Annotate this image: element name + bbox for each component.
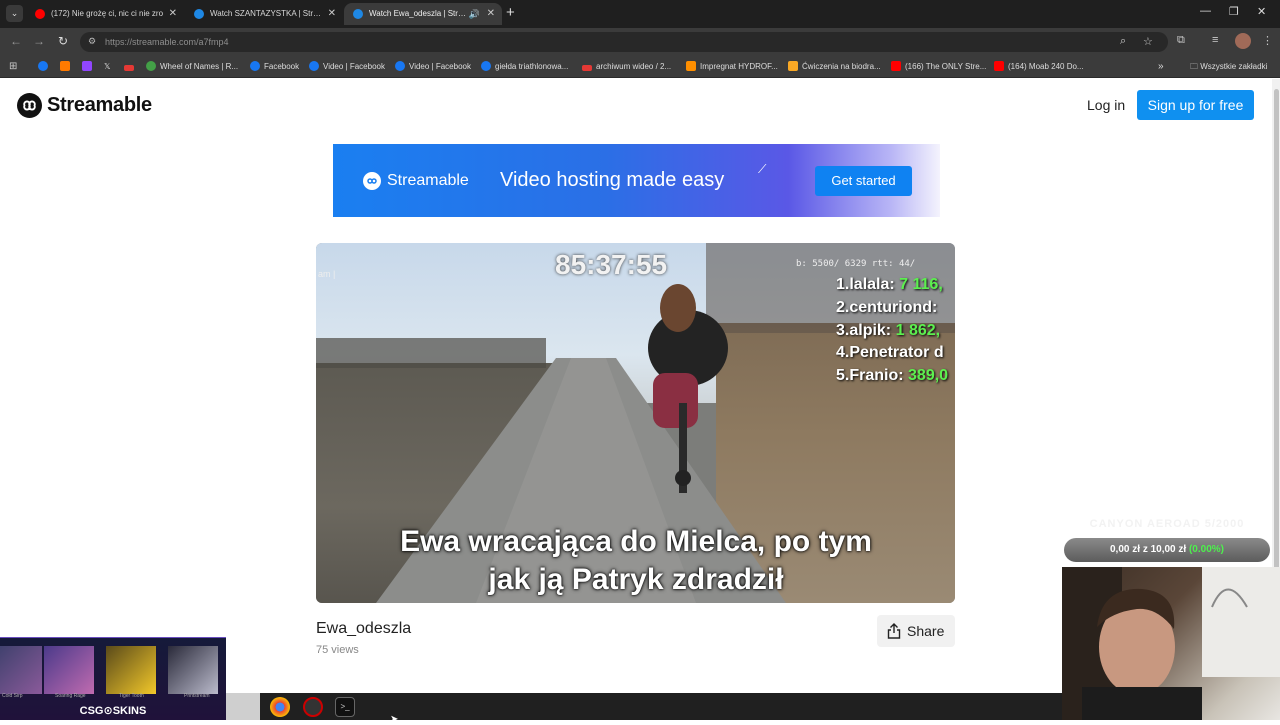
banner-tagline: Video hosting made easy bbox=[500, 169, 725, 191]
promo-banner[interactable]: Streamable Video hosting made easy ⟋ Get… bbox=[333, 144, 940, 217]
tab-streamable-active[interactable]: Watch Ewa_odeszla | Stream 🔊 ✕ bbox=[344, 3, 502, 25]
bookmark-star-icon[interactable]: ☆ bbox=[1143, 35, 1153, 48]
streamable-icon bbox=[194, 9, 204, 19]
media-controls-icon[interactable]: ≡ bbox=[1212, 34, 1218, 46]
leaderboard-row: 2.centuriond: bbox=[836, 299, 938, 316]
profile-avatar[interactable] bbox=[1235, 33, 1251, 49]
watermark-text: am | bbox=[318, 269, 336, 279]
bookmark-twitch-icon[interactable] bbox=[82, 61, 96, 73]
skin-image bbox=[44, 646, 94, 694]
terminal-icon[interactable]: >_ bbox=[335, 697, 355, 717]
new-tab-button[interactable]: + bbox=[506, 4, 515, 22]
skin-name: Tiger Tooth bbox=[119, 693, 144, 699]
obs-icon[interactable] bbox=[303, 697, 323, 717]
leaderboard-row: 3.alpik: 1 862, bbox=[836, 322, 941, 339]
bookmark-gielda[interactable]: giełda triathlonowa... bbox=[481, 61, 568, 73]
bookmark-icon-5[interactable] bbox=[124, 61, 138, 73]
get-started-button[interactable]: Get started bbox=[815, 166, 912, 196]
video-player[interactable]: am | 85:37:55 b: 5500/ 6329 rtt: 44/ 1.l… bbox=[316, 243, 955, 603]
share-icon bbox=[887, 623, 901, 639]
signup-button[interactable]: Sign up for free bbox=[1137, 90, 1254, 120]
zoom-icon[interactable]: ⌕ bbox=[1120, 35, 1126, 48]
csgoskins-brand: CSG⊙SKINS bbox=[79, 705, 147, 717]
bookmark-cwiczenia[interactable]: Ćwiczenia na biodra... bbox=[788, 61, 881, 73]
bookmark-icon-2[interactable] bbox=[60, 61, 74, 73]
bookmark-facebook-icon-1[interactable] bbox=[38, 61, 52, 73]
taskbar-blank bbox=[226, 693, 260, 720]
restore-button[interactable]: ❐ bbox=[1229, 5, 1239, 18]
streamable-icon bbox=[353, 9, 363, 19]
csgoskins-overlay: Cold Sirp Soaring Rage Tiger Tooth Print… bbox=[0, 637, 226, 720]
leaderboard-row: 5.Franio: 389,0 bbox=[836, 367, 949, 384]
minimize-button[interactable]: — bbox=[1200, 5, 1211, 17]
speaker-icon[interactable]: 🔊 bbox=[469, 3, 480, 25]
scrollbar-thumb[interactable] bbox=[1274, 89, 1279, 609]
bookmarks-bar: ⊞ 𝕏 Wheel of Names | R... Facebook Video… bbox=[0, 56, 1280, 78]
browser-tab-strip: ⌄ (172) Nie grożę ci, nic ci nie zro ✕ W… bbox=[0, 0, 1280, 28]
leaderboard-row: 1.lalala: 7 116, bbox=[836, 276, 943, 293]
donation-progress-bar: 0,00 zł z 10,00 zł (0.00%) bbox=[1064, 538, 1270, 562]
all-bookmarks-folder[interactable]: 🗀 Wszystkie zakładki bbox=[1190, 61, 1267, 73]
more-menu-icon[interactable]: ⋮ bbox=[1262, 34, 1273, 47]
bookmark-video-facebook-1[interactable]: Video | Facebook bbox=[309, 61, 385, 73]
skin-name: Printstream bbox=[184, 693, 210, 699]
video-title: Ewa_odeszla bbox=[316, 620, 412, 637]
skin-image bbox=[168, 646, 218, 694]
bookmark-x-icon[interactable]: 𝕏 bbox=[104, 61, 110, 73]
address-bar[interactable]: ⚙ https://streamable.com/a7fmp4 ⌕ ☆ bbox=[80, 32, 1168, 52]
browser-toolbar: ← → ↻ ⚙ https://streamable.com/a7fmp4 ⌕ … bbox=[0, 28, 1280, 56]
apps-grid-icon[interactable]: ⊞ bbox=[9, 61, 17, 73]
back-button[interactable]: ← bbox=[10, 34, 22, 48]
login-link[interactable]: Log in bbox=[1087, 97, 1125, 113]
bookmark-video-facebook-2[interactable]: Video | Facebook bbox=[395, 61, 471, 73]
bookmark-moab[interactable]: (164) Moab 240 Do... bbox=[994, 61, 1084, 73]
webcam-scene bbox=[1062, 567, 1280, 720]
tab-search-button[interactable]: ⌄ bbox=[6, 5, 23, 22]
skin-image bbox=[106, 646, 156, 694]
bookmarks-overflow-icon[interactable]: » bbox=[1158, 61, 1164, 73]
youtube-icon bbox=[35, 9, 45, 19]
skin-image bbox=[0, 646, 42, 694]
streamable-logo-icon bbox=[363, 172, 381, 190]
sparkle-icon: ⟋ bbox=[758, 162, 767, 176]
chrome-icon[interactable] bbox=[270, 697, 290, 717]
video-caption: Ewa wracająca do Mielca, po tym jak ją P… bbox=[400, 525, 872, 596]
reload-button[interactable]: ↻ bbox=[58, 34, 68, 48]
bookmark-facebook[interactable]: Facebook bbox=[250, 61, 299, 73]
tab-youtube[interactable]: (172) Nie grożę ci, nic ci nie zro ✕ bbox=[26, 3, 184, 25]
banner-brand: Streamable bbox=[387, 172, 469, 189]
extensions-icon[interactable]: ⧉ bbox=[1177, 34, 1185, 47]
close-icon[interactable]: ✕ bbox=[487, 3, 495, 25]
window-close-button[interactable]: ✕ bbox=[1257, 5, 1266, 18]
donation-goal-title: CANYON AEROAD 5/2000 bbox=[1089, 518, 1245, 530]
folder-icon: 🗀 bbox=[1190, 62, 1201, 71]
tab-streamable-1[interactable]: Watch SZANTAZYSTKA | Stream ✕ bbox=[185, 3, 343, 25]
video-views: 75 views bbox=[316, 644, 359, 656]
close-icon[interactable]: ✕ bbox=[328, 3, 336, 25]
bookmark-archiwum[interactable]: archiwum wideo / 2... bbox=[582, 61, 671, 73]
bookmark-wheel[interactable]: Wheel of Names | R... bbox=[146, 61, 238, 73]
forward-button[interactable]: → bbox=[33, 34, 45, 48]
skin-name: Soaring Rage bbox=[55, 693, 86, 699]
bookmark-only-stre[interactable]: (166) The ONLY Stre... bbox=[891, 61, 986, 73]
skin-name: Cold Sirp bbox=[2, 693, 23, 699]
video-timer: 85:37:55 bbox=[555, 249, 668, 280]
close-icon[interactable]: ✕ bbox=[169, 3, 177, 25]
video-hud-text: b: 5500/ 6329 rtt: 44/ bbox=[796, 259, 916, 269]
streamable-logo-icon bbox=[17, 93, 42, 118]
webcam-overlay bbox=[1062, 567, 1280, 720]
share-button[interactable]: Share bbox=[877, 615, 955, 647]
bookmark-impregnat[interactable]: Impregnat HYDROF... bbox=[686, 61, 778, 73]
site-info-icon[interactable]: ⚙ bbox=[88, 36, 96, 47]
url-text: https://streamable.com/a7fmp4 bbox=[105, 37, 229, 47]
leaderboard-row: 4.Penetrator d bbox=[836, 344, 944, 361]
